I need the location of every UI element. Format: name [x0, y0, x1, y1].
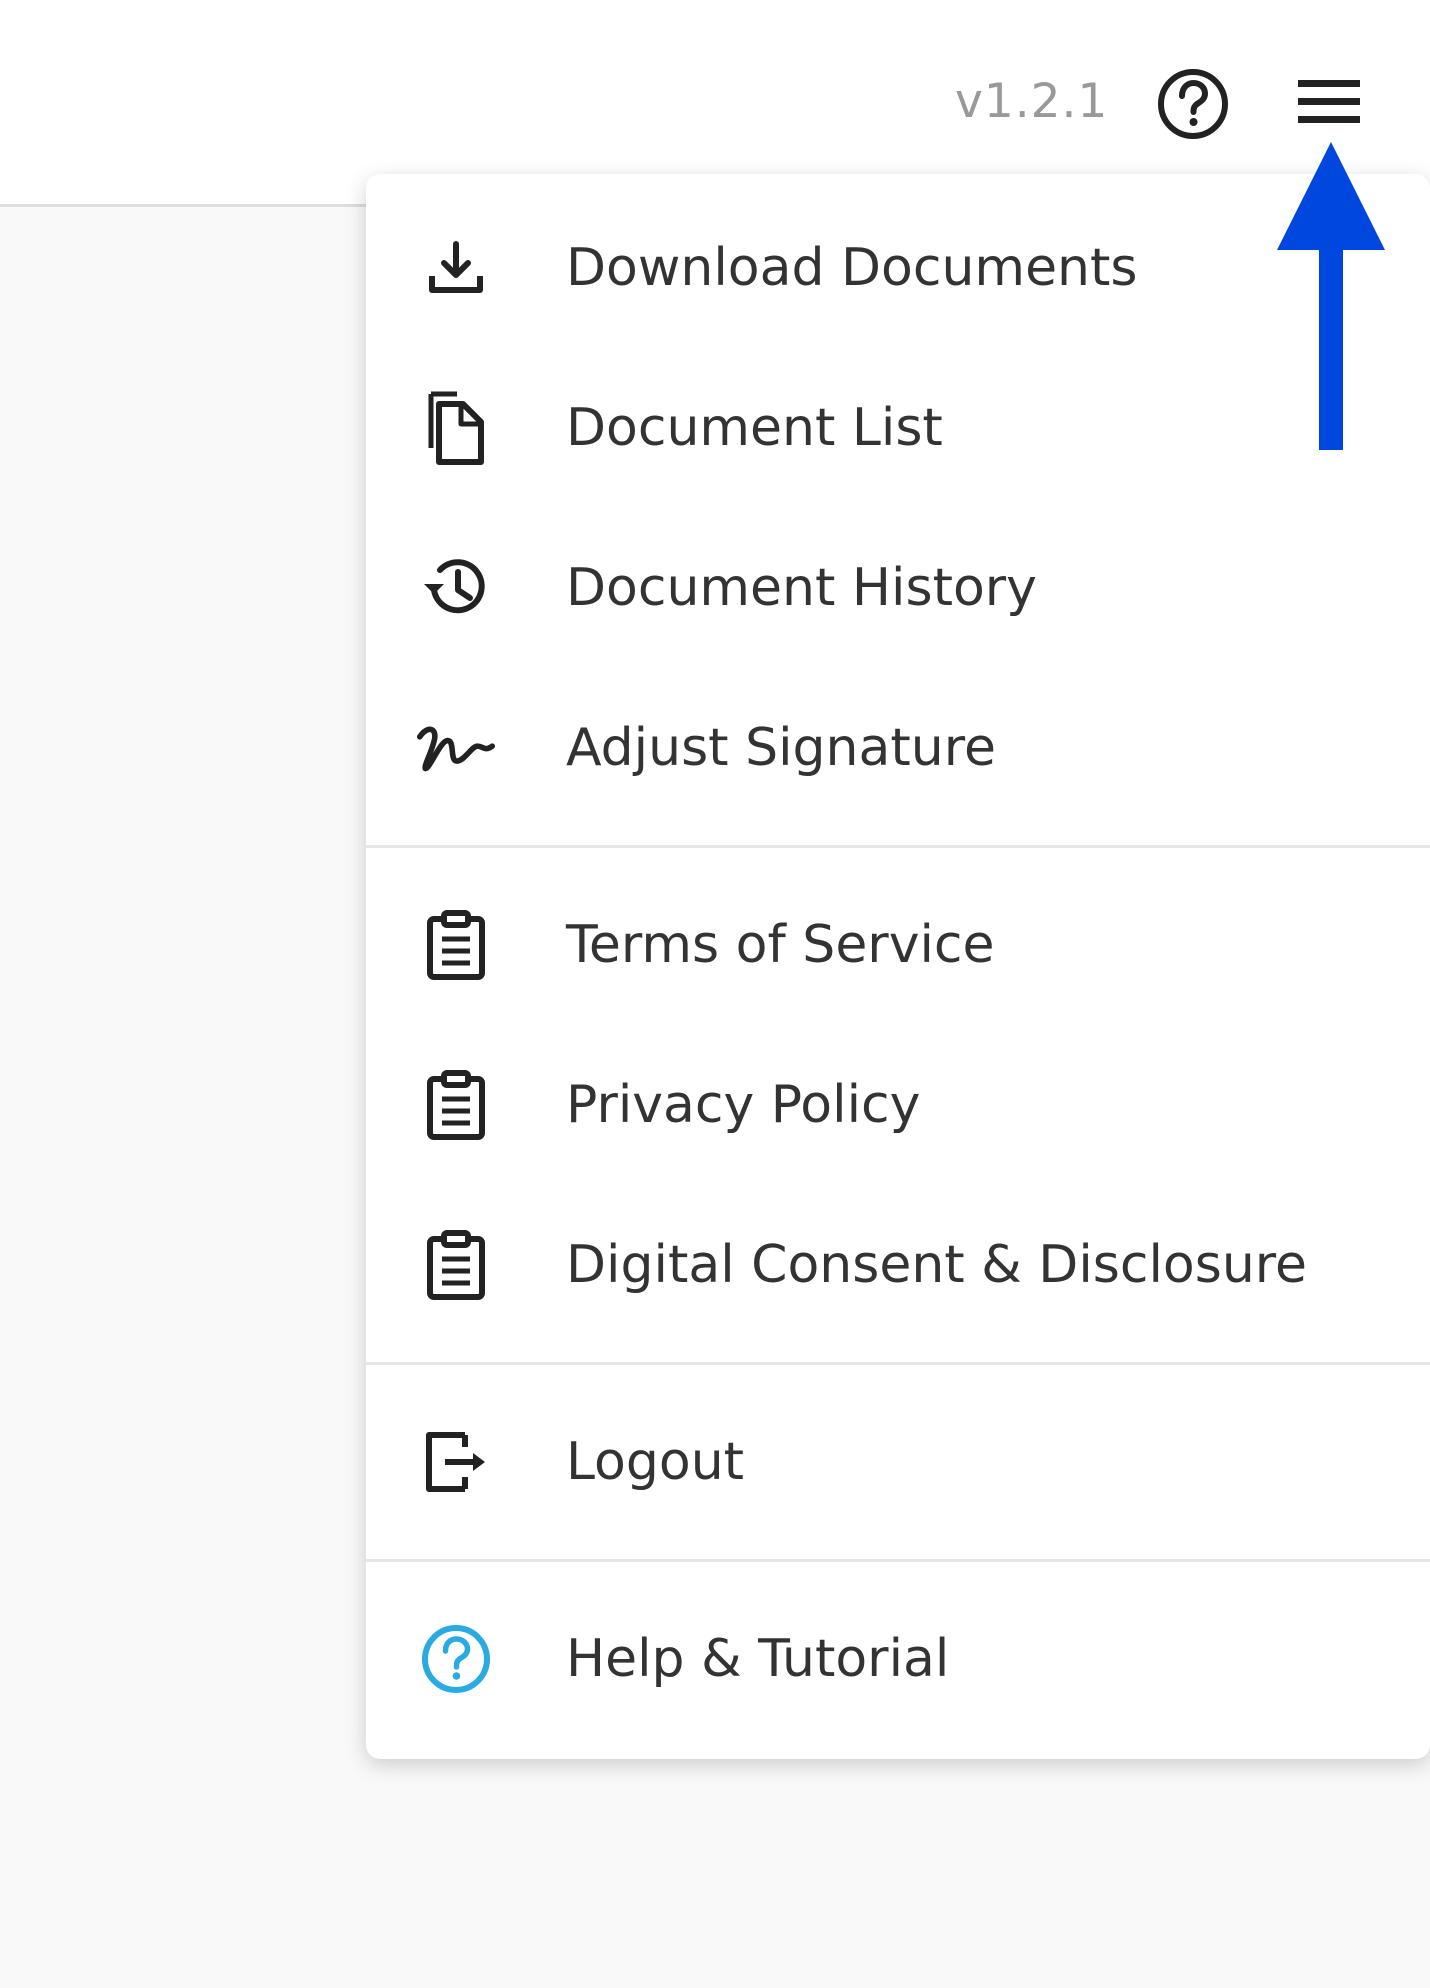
- menu-item-privacy-policy[interactable]: Privacy Policy: [366, 1025, 1430, 1185]
- menu-divider: [366, 1559, 1430, 1562]
- help-circle-icon: [416, 1619, 496, 1699]
- hamburger-menu-button[interactable]: [1290, 70, 1370, 134]
- clipboard-icon: [416, 1225, 496, 1305]
- menu-item-label: Adjust Signature: [566, 718, 996, 778]
- history-clock-icon: [416, 548, 496, 628]
- menu-item-label: Logout: [566, 1432, 745, 1492]
- menu-item-label: Digital Consent & Disclosure: [566, 1235, 1307, 1295]
- clipboard-icon: [416, 905, 496, 985]
- version-label: v1.2.1: [955, 74, 1109, 129]
- menu-divider: [366, 1362, 1430, 1365]
- menu-item-label: Download Documents: [566, 238, 1138, 298]
- clipboard-icon: [416, 1065, 496, 1145]
- menu-item-document-history[interactable]: Document History: [366, 508, 1430, 668]
- menu-item-download-documents[interactable]: Download Documents: [366, 188, 1430, 348]
- logout-icon: [416, 1422, 496, 1502]
- download-icon: [416, 228, 496, 308]
- menu-item-adjust-signature[interactable]: Adjust Signature: [366, 668, 1430, 828]
- menu-item-label: Document History: [566, 558, 1037, 618]
- question-circle-icon: [1158, 69, 1228, 139]
- menu-item-digital-consent[interactable]: Digital Consent & Disclosure: [366, 1185, 1430, 1345]
- menu-item-help-tutorial[interactable]: Help & Tutorial: [366, 1579, 1430, 1739]
- menu-item-terms-of-service[interactable]: Terms of Service: [366, 865, 1430, 1025]
- menu-item-label: Privacy Policy: [566, 1075, 921, 1135]
- menu-item-document-list[interactable]: Document List: [366, 348, 1430, 508]
- menu-divider: [366, 845, 1430, 848]
- copy-documents-icon: [416, 388, 496, 468]
- menu-item-label: Terms of Service: [566, 915, 995, 975]
- menu-item-label: Help & Tutorial: [566, 1629, 950, 1689]
- signature-icon: [416, 708, 496, 788]
- menu-item-logout[interactable]: Logout: [366, 1382, 1430, 1542]
- hamburger-menu-icon: [1290, 70, 1370, 134]
- dropdown-menu: Download Documents Document List Documen…: [366, 174, 1430, 1759]
- menu-item-label: Document List: [566, 398, 943, 458]
- help-button[interactable]: [1155, 66, 1231, 142]
- up-arrow-icon: [1277, 142, 1385, 450]
